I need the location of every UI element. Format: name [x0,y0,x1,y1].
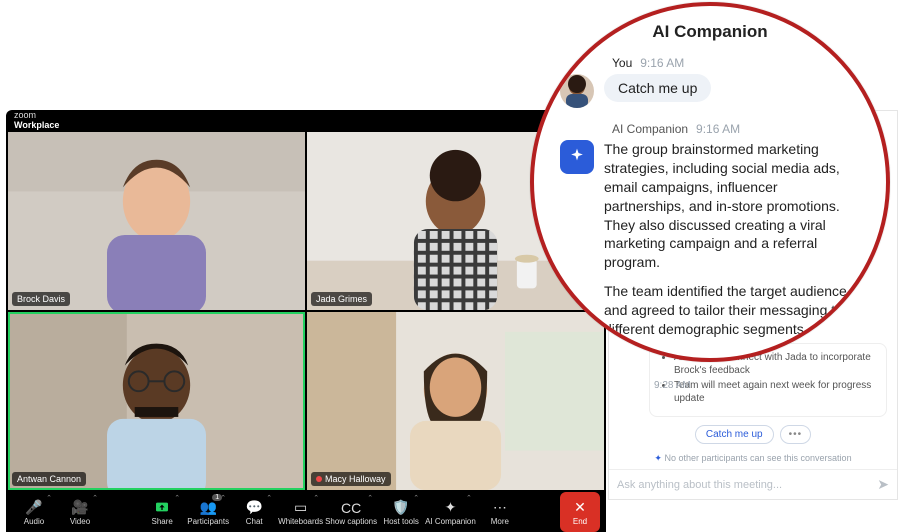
chat-icon: 💬 [245,499,262,517]
sparkle-icon: ✦ [445,499,457,517]
privacy-text: No other participants can see this conve… [664,453,851,463]
video-tile[interactable]: Brock Davis [8,132,305,310]
ask-input[interactable] [617,479,871,491]
zoom-brand-small: zoom [14,110,36,120]
sender-label: AI Companion [612,122,688,136]
ai-label: AI Companion [425,517,476,526]
share-button[interactable]: ⌃ Share [140,492,184,532]
captions-icon: CC [341,499,361,517]
zoom-toolbar: ⌃ 🎤 Audio ⌃ 🎥 Video ⌃ Share ⌃ 1 👥 [6,492,606,532]
microphone-icon: 🎤 [25,499,42,517]
shield-icon: 🛡️ [392,499,409,517]
zoom-titlebar: zoom Workplace View [6,110,606,130]
sender-label: You [612,56,632,70]
captions-button[interactable]: ⌃ CC Show captions [325,492,377,532]
more-button[interactable]: ⋯ More [478,492,522,532]
ask-input-row: ➤ [609,469,897,499]
catch-me-up-chip[interactable]: Catch me up [695,425,774,444]
ai-response: The group brainstormed marketing strateg… [604,140,860,349]
ai-response-paragraph: The group brainstormed marketing strateg… [604,140,860,272]
zoom-brand: zoom Workplace [14,110,59,130]
user-message-meta: You 9:16 AM [612,56,860,70]
people-icon: 👥 [199,499,216,517]
video-tile[interactable]: Antwan Cannon [8,312,305,490]
action-item: Team will meet again next week for progr… [674,380,876,405]
chat-label: Chat [246,517,263,526]
whiteboards-button[interactable]: ⌃ ▭ Whiteboards [278,492,323,532]
participant-name: Brock Davis [17,294,65,304]
more-icon: ⋯ [493,499,507,517]
zoom-brand-big: Workplace [14,120,59,130]
video-button[interactable]: ⌃ 🎥 Video [58,492,102,532]
participant-name: Jada Grimes [316,294,367,304]
participant-name-tag: Brock Davis [12,292,70,306]
captions-label: Show captions [325,517,377,526]
privacy-note: ✦ No other participants can see this con… [609,450,897,469]
message-timestamp: 9:16 AM [640,56,684,70]
panel-title: AI Companion [560,22,860,42]
ai-message-meta: AI Companion 9:16 AM [612,122,860,136]
mic-muted-icon [316,476,322,482]
message-timestamp: 9:16 AM [696,122,740,136]
sparkle-icon: ✦ [654,453,662,463]
more-label: More [491,517,509,526]
participant-name: Antwan Cannon [17,474,81,484]
host-tools-button[interactable]: ⌃ 🛡️ Host tools [379,492,423,532]
user-avatar [560,74,594,108]
host-tools-label: Host tools [383,517,419,526]
participant-name-tag: Macy Halloway [311,472,391,486]
audio-label: Audio [24,517,44,526]
suggestion-chip-row: Catch me up ••• [609,421,897,450]
zoom-meeting-window: zoom Workplace View Brock Davis [6,110,606,500]
video-grid: Brock Davis Jada Grimes [6,130,606,492]
message-timestamp: 9:28 AM [654,380,691,391]
magnifier-callout: AI Companion You 9:16 AM Catch me up AI … [530,2,890,362]
more-suggestions-chip[interactable]: ••• [780,425,812,444]
ai-companion-button[interactable]: ⌃ ✦ AI Companion [425,492,476,532]
end-label: End [573,517,587,526]
send-icon[interactable]: ➤ [877,476,889,493]
camera-icon: 🎥 [71,499,88,517]
close-icon: ✕ [574,499,586,517]
end-button[interactable]: ✕ End [560,492,600,532]
participant-name-tag: Antwan Cannon [12,472,86,486]
participant-name-tag: Jada Grimes [311,292,372,306]
user-message-bubble: Catch me up [604,74,711,102]
audio-button[interactable]: ⌃ 🎤 Audio [12,492,56,532]
chat-button[interactable]: ⌃ 💬 Chat [232,492,276,532]
participant-name: Macy Halloway [325,474,386,484]
participants-button[interactable]: ⌃ 1 👥 Participants [186,492,230,532]
video-label: Video [70,517,90,526]
share-screen-icon [154,499,170,517]
share-label: Share [151,517,172,526]
whiteboards-label: Whiteboards [278,517,323,526]
video-tile[interactable]: Macy Halloway [307,312,604,490]
whiteboard-icon: ▭ [294,499,307,517]
participants-label: Participants [187,517,229,526]
ai-sparkle-icon [560,140,594,174]
